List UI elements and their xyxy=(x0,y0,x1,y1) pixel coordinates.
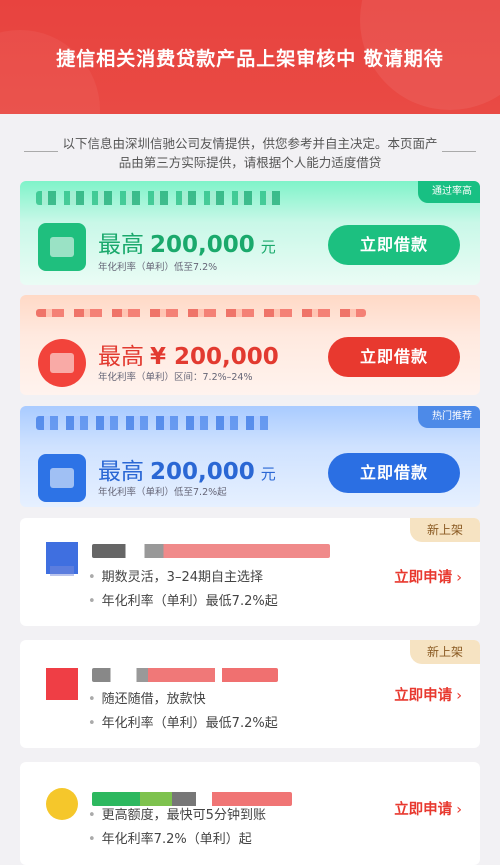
feature-item: 期数灵活，3–24期自主选择 xyxy=(88,566,278,590)
chevron-right-icon: › xyxy=(456,688,462,704)
amount-label: 最高 xyxy=(98,459,144,485)
divider xyxy=(442,151,476,152)
product-name-blurred xyxy=(92,544,330,558)
header-decoration xyxy=(0,30,100,114)
interest-rate: 年化利率（单利）低至7.2% xyxy=(98,262,218,273)
divider xyxy=(24,151,58,152)
loan-list-item[interactable]: 新上架 随还随借，放款快 年化利率（单利）最低7.2%起 立即申请› xyxy=(20,640,480,748)
borrow-now-button[interactable]: 立即借款 xyxy=(328,225,460,265)
amount-label: 最高 xyxy=(98,232,144,258)
borrow-now-button[interactable]: 立即借款 xyxy=(328,337,460,377)
apply-now-link[interactable]: 立即申请 › xyxy=(394,684,462,705)
feature-item: 年化利率（单利）最低7.2%起 xyxy=(88,590,278,614)
new-badge: 新上架 xyxy=(410,640,480,664)
chevron-right-icon: › xyxy=(456,802,462,818)
product-name-blurred xyxy=(36,191,286,205)
product-logo-icon xyxy=(46,668,78,700)
product-logo-icon xyxy=(46,788,78,820)
apply-label: 立即申请 xyxy=(394,688,453,704)
max-amount: 最高 200,000 元 xyxy=(98,225,276,259)
interest-rate: 年化利率（单利）区间：7.2%–24% xyxy=(98,372,253,383)
page-title: 捷信相关消费贷款产品上架审核中 敬请期待 xyxy=(56,48,444,70)
amount-label: 最高 xyxy=(98,344,144,370)
max-amount: 最高 ¥ 200,000 xyxy=(98,337,279,371)
tag-badge: 热门推荐 xyxy=(418,406,480,428)
feature-item: 年化利率7.2%（单利）起 xyxy=(88,828,266,852)
feature-list: 更高额度，最快可5分钟到账 年化利率7.2%（单利）起 xyxy=(88,804,266,852)
disclaimer-notice: 以下信息由深圳信驰公司友情提供，供您参考并自主决定。本页面产品由第三方实际提供，… xyxy=(62,136,438,170)
product-name-blurred xyxy=(36,309,366,317)
loan-list-item[interactable]: 更高额度，最快可5分钟到账 年化利率7.2%（单利）起 立即申请› xyxy=(20,762,480,865)
featured-loan-card[interactable]: 通过率高 最高 200,000 元 年化利率（单利）低至7.2% 立即借款 xyxy=(20,181,480,285)
apply-now-link[interactable]: 立即申请 › xyxy=(394,566,462,587)
amount-value: 200,000 xyxy=(150,232,255,258)
max-amount: 最高 200,000 元 xyxy=(98,452,276,486)
featured-loan-card[interactable]: 最高 ¥ 200,000 年化利率（单利）区间：7.2%–24% 立即借款 xyxy=(20,295,480,395)
amount-unit: 元 xyxy=(260,238,276,256)
amount-unit: 元 xyxy=(260,465,276,483)
amount-value: 200,000 xyxy=(150,459,255,485)
product-logo-icon xyxy=(38,223,86,271)
interest-rate: 年化利率（单利）低至7.2%起 xyxy=(98,487,227,498)
feature-item: 随还随借，放款快 xyxy=(88,688,278,712)
product-name-blurred xyxy=(36,416,276,430)
amount-value: ¥ 200,000 xyxy=(150,344,279,370)
feature-list: 随还随借，放款快 年化利率（单利）最低7.2%起 xyxy=(88,688,278,736)
loan-list-item[interactable]: 新上架 期数灵活，3–24期自主选择 年化利率（单利）最低7.2%起 立即申请› xyxy=(20,518,480,626)
featured-loan-card[interactable]: 热门推荐 最高 200,000 元 年化利率（单利）低至7.2%起 立即借款 xyxy=(20,406,480,507)
new-badge: 新上架 xyxy=(410,518,480,542)
page-header: 捷信相关消费贷款产品上架审核中 敬请期待 xyxy=(0,0,500,114)
apply-label: 立即申请 xyxy=(394,802,453,818)
apply-now-link[interactable]: 立即申请 › xyxy=(394,798,462,819)
feature-list: 期数灵活，3–24期自主选择 年化利率（单利）最低7.2%起 xyxy=(88,566,278,614)
product-name-blurred xyxy=(92,668,278,682)
feature-item: 更高额度，最快可5分钟到账 xyxy=(88,804,266,828)
chevron-right-icon: › xyxy=(456,570,462,586)
product-logo-icon xyxy=(38,454,86,502)
feature-item: 年化利率（单利）最低7.2%起 xyxy=(88,712,278,736)
product-logo-icon xyxy=(38,339,86,387)
apply-label: 立即申请 xyxy=(394,570,453,586)
product-logo-icon xyxy=(46,542,78,576)
borrow-now-button[interactable]: 立即借款 xyxy=(328,453,460,493)
tag-badge: 通过率高 xyxy=(418,181,480,203)
